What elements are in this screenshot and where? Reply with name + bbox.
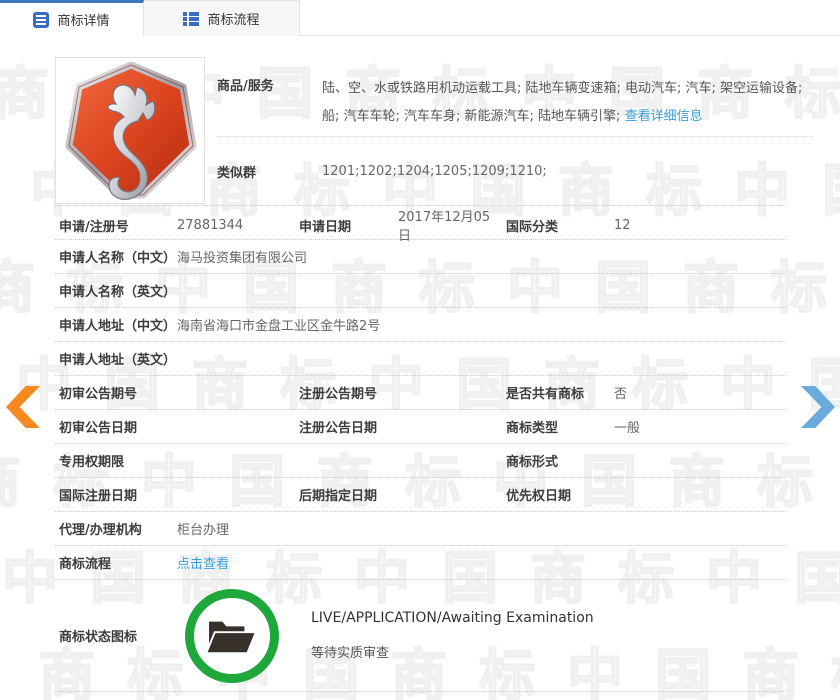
reg-no-value: 27881344 — [177, 218, 295, 233]
watermark-char: 标 — [831, 649, 840, 700]
watermark-char: 商 — [0, 455, 21, 511]
document-lines-icon — [33, 12, 49, 28]
status-badge — [185, 589, 279, 683]
table-row: 国际注册日期 后期指定日期 优先权日期 — [55, 478, 786, 512]
is-shared-value: 否 — [614, 383, 786, 402]
table-row: 初审公告日期 注册公告日期 商标类型 一般 — [55, 410, 786, 444]
status-text: LIVE/APPLICATION/Awaiting Examination 等待… — [311, 610, 594, 661]
reg-no-label: 申请/注册号 — [55, 216, 177, 235]
agency-value: 柜台办理 — [177, 519, 786, 538]
tm-process-label: 商标流程 — [55, 553, 177, 572]
watermark-char: 商 — [0, 261, 35, 317]
click-to-view-link[interactable]: 点击查看 — [177, 557, 229, 572]
logo-goods-row: 商品/服务 陆、空、水或铁路用机动运载工具; 陆地车辆变速箱; 电动汽车; 汽车… — [55, 57, 786, 206]
goods-services-value: 陆、空、水或铁路用机动运载工具; 陆地车辆变速箱; 电动汽车; 汽车; 架空运输… — [322, 75, 812, 136]
reg-announce-date-label: 注册公告日期 — [295, 417, 398, 436]
table-row: 申请人名称（英文） — [55, 274, 786, 308]
table-row: 初审公告期号 注册公告期号 是否共有商标 否 — [55, 376, 786, 410]
intl-class-label: 国际分类 — [502, 216, 614, 235]
tm-type-value: 一般 — [614, 417, 786, 436]
tab-trademark-detail[interactable]: 商标详情 — [0, 0, 144, 36]
prev-arrow-button[interactable] — [6, 386, 40, 428]
table-row: 商标流程 点击查看 — [55, 546, 786, 580]
next-arrow-button[interactable] — [801, 386, 835, 428]
table-row: 申请人地址（中文） 海南省海口市金盘工业区金牛路2号 — [55, 308, 786, 342]
table-row: 申请人地址（英文） — [55, 342, 786, 376]
priority-date-label: 优先权日期 — [502, 485, 614, 504]
similar-group-label: 类似群 — [217, 162, 322, 181]
table-row: 代理/办理机构 柜台办理 — [55, 512, 786, 546]
applicant-en-label: 申请人名称（英文） — [55, 281, 177, 300]
trademark-detail-panel: 商品/服务 陆、空、水或铁路用机动运载工具; 陆地车辆变速箱; 电动汽车; 汽车… — [55, 57, 786, 692]
similar-group-value: 1201;1202;1204;1205;1209;1210; — [322, 164, 547, 179]
is-shared-label: 是否共有商标 — [502, 383, 614, 402]
watermark-char: 国 — [794, 552, 840, 608]
watermark-char: 商 — [0, 67, 49, 123]
table-row: 申请人名称（中文） 海马投资集团有限公司 — [55, 240, 786, 274]
apply-date-label: 申请日期 — [295, 216, 398, 235]
status-line1: LIVE/APPLICATION/Awaiting Examination — [311, 610, 594, 626]
tab-label: 商标详情 — [57, 10, 109, 29]
view-details-link[interactable]: 查看详细信息 — [625, 109, 703, 124]
tab-bar: 商标详情 商标流程 — [0, 0, 840, 36]
status-row: 商标状态图标 LIVE/APPLICATION/Awaiting Examina… — [55, 580, 786, 692]
tab-trademark-process[interactable]: 商标流程 — [144, 0, 300, 36]
first-trial-no-label: 初审公告期号 — [55, 383, 177, 402]
first-trial-date-label: 初审公告日期 — [55, 417, 177, 436]
status-line2: 等待实质审查 — [311, 642, 594, 661]
watermark-char: 国 — [822, 164, 840, 220]
agency-label: 代理/办理机构 — [55, 519, 177, 538]
applicant-cn-value: 海马投资集团有限公司 — [177, 247, 786, 266]
address-cn-value: 海南省海口市金盘工业区金牛路2号 — [177, 315, 786, 334]
intl-reg-date-label: 国际注册日期 — [55, 485, 177, 504]
address-cn-label: 申请人地址（中文） — [55, 315, 177, 334]
address-en-label: 申请人地址（英文） — [55, 349, 177, 368]
table-row: 申请/注册号 27881344 申请日期 2017年12月05日 国际分类 12 — [55, 206, 786, 240]
exclusive-period-label: 专用权期限 — [55, 451, 177, 470]
open-folder-icon — [204, 614, 260, 658]
reg-announce-no-label: 注册公告期号 — [295, 383, 398, 402]
goods-services-row: 商品/服务 陆、空、水或铁路用机动运载工具; 陆地车辆变速箱; 电动汽车; 汽车… — [217, 57, 812, 137]
status-icon-label: 商标状态图标 — [55, 626, 177, 645]
applicant-cn-label: 申请人名称（中文） — [55, 247, 177, 266]
similar-group-row: 类似群 1201;1202;1204;1205;1209;1210; — [217, 137, 812, 205]
tm-form-label: 商标形式 — [502, 451, 614, 470]
later-designation-date-label: 后期指定日期 — [295, 485, 398, 504]
tab-label: 商标流程 — [207, 9, 259, 28]
list-icon — [183, 12, 199, 26]
tm-type-label: 商标类型 — [502, 417, 614, 436]
trademark-logo — [55, 57, 205, 204]
goods-services-label: 商品/服务 — [217, 75, 322, 136]
apply-date-value: 2017年12月05日 — [398, 206, 502, 244]
table-row: 专用权期限 商标形式 — [55, 444, 786, 478]
intl-class-value: 12 — [614, 218, 786, 233]
watermark-char: 中 — [2, 552, 58, 608]
